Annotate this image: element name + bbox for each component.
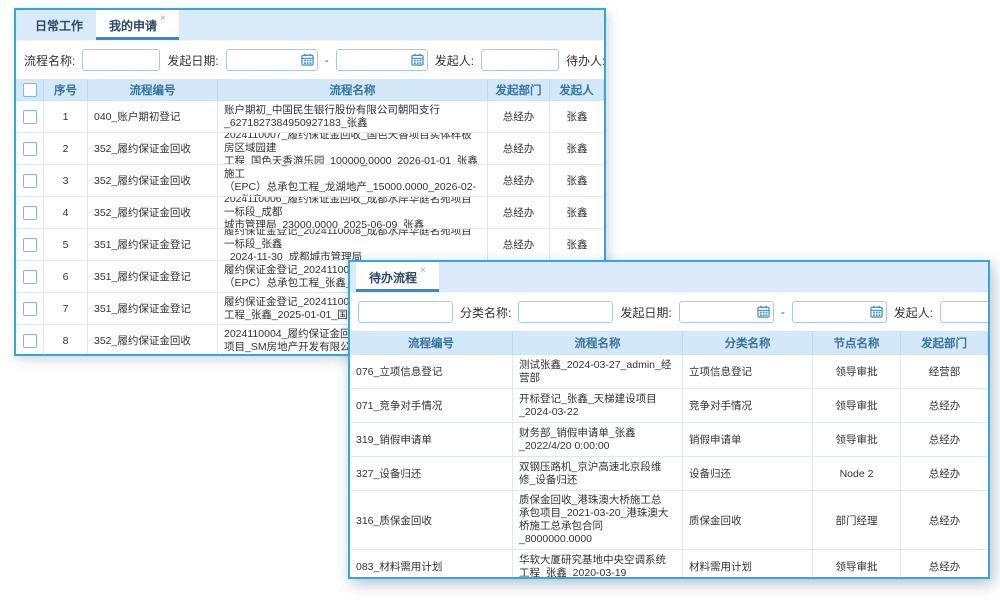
select-all-checkbox[interactable] (23, 83, 37, 97)
row-checkbox[interactable] (23, 270, 37, 284)
process-name-label: 流程名称: (24, 52, 75, 69)
col-no: 序号 (44, 79, 88, 101)
initiator-input[interactable] (940, 301, 988, 323)
col-dept: 发起部门 (488, 79, 550, 101)
row-checkbox[interactable] (23, 334, 37, 348)
category-name-label: 分类名称: (460, 304, 511, 321)
close-icon[interactable]: × (160, 13, 166, 24)
calendar-icon[interactable] (301, 53, 314, 66)
table-row[interactable]: 083_材料需用计划 华软大厦研究基地中央空调系统 工程_张鑫_2020-03-… (350, 550, 988, 579)
start-date-label: 发起日期: (620, 304, 671, 321)
table-row[interactable]: 2 352_履约保证金回收 2024110007_履约保证金回收_国色天香项目实… (16, 133, 604, 165)
todo-window: 待办流程 × 分类名称: 发起日期: - 发起人: 流程编号 流程名称 分类名称… (348, 260, 990, 579)
table-row[interactable]: 319_销假申请单 财务部_销假申请单_张鑫 _2022/4/20 0:00:0… (350, 423, 988, 457)
start-date-to-field (336, 49, 428, 71)
tab-label: 日常工作 (35, 17, 83, 34)
tab-label: 我的申请 (109, 17, 157, 34)
initiator-label: 发起人: (435, 52, 474, 69)
col-dept: 发起部门 (901, 331, 988, 355)
initiator-label: 发起人: (894, 304, 933, 321)
table-row[interactable]: 4 352_履约保证金回收 2024110006_履约保证金回收_成都水岸华庭名… (16, 197, 604, 229)
tab-label: 待办流程 (369, 269, 417, 286)
tab-my-requests[interactable]: 我的申请 × (96, 10, 179, 40)
initiator-input[interactable] (481, 49, 559, 71)
col-process-name: 流程名称 (513, 331, 683, 355)
tab-daily-work[interactable]: 日常工作 (22, 10, 96, 40)
row-checkbox[interactable] (23, 302, 37, 316)
close-icon[interactable]: × (420, 265, 426, 276)
table-row[interactable]: 1 040_账户期初登记 账户期初_中国民生银行股份有限公司朝阳支行 _6271… (16, 101, 604, 133)
start-date-label: 发起日期: (167, 52, 218, 69)
col-initiator: 发起人 (550, 79, 604, 101)
assignee-label: 待办人: (566, 52, 604, 69)
todo-table: 流程编号 流程名称 分类名称 节点名称 发起部门 076_立项信息登记 测试张鑫… (350, 331, 988, 579)
row-checkbox[interactable] (23, 110, 37, 124)
calendar-icon[interactable] (411, 53, 424, 66)
table-row[interactable]: 327_设备归还 双钢压路机_京沪高速北京段维 修_设备归还 设备归还 Node… (350, 457, 988, 491)
table-row[interactable]: 5 351_履约保证金登记 履约保证金登记_2024110008_成都水岸华庭名… (16, 229, 604, 261)
row-checkbox[interactable] (23, 142, 37, 156)
start-date-to-field (792, 301, 887, 323)
start-date-from-field (679, 301, 774, 323)
table-header: 序号 流程编号 流程名称 发起部门 发起人 (16, 79, 604, 101)
row-checkbox[interactable] (23, 206, 37, 220)
col-node-name: 节点名称 (813, 331, 901, 355)
my-requests-tabbar: 日常工作 我的申请 × (16, 10, 604, 41)
table-row[interactable]: 316_质保金回收 质保金回收_港珠澳大桥施工总 承包项目_2021-03-20… (350, 491, 988, 550)
col-category-name: 分类名称 (683, 331, 813, 355)
table-row[interactable]: 3 352_履约保证金回收 2024110008_履约保证金回收_龙湖天街城1区… (16, 165, 604, 197)
col-process-code: 流程编号 (350, 331, 513, 355)
table-header: 流程编号 流程名称 分类名称 节点名称 发起部门 (350, 331, 988, 355)
date-range-separator: - (781, 305, 785, 319)
date-range-separator: - (325, 53, 329, 67)
my-requests-filterbar: 流程名称: 发起日期: - 发起人: 待办人: (16, 41, 604, 79)
row-checkbox[interactable] (23, 174, 37, 188)
row-checkbox[interactable] (23, 238, 37, 252)
table-row[interactable]: 071_竞争对手情况 开标登记_张鑫_天梯建设项目 _2024-03-22 竞争… (350, 389, 988, 423)
category-name-input[interactable] (518, 301, 613, 323)
process-name-input[interactable] (82, 49, 160, 71)
calendar-icon[interactable] (757, 305, 770, 318)
calendar-icon[interactable] (870, 305, 883, 318)
process-name-input[interactable] (358, 301, 453, 323)
tab-todo-processes[interactable]: 待办流程 × (356, 262, 439, 292)
start-date-from-field (226, 49, 318, 71)
todo-filterbar: 分类名称: 发起日期: - 发起人: (350, 293, 988, 331)
col-process-name: 流程名称 (218, 79, 488, 101)
todo-tabbar: 待办流程 × (350, 262, 988, 293)
col-process-code: 流程编号 (88, 79, 218, 101)
table-row[interactable]: 076_立项信息登记 测试张鑫_2024-03-27_admin_经 营部 立项… (350, 355, 988, 389)
